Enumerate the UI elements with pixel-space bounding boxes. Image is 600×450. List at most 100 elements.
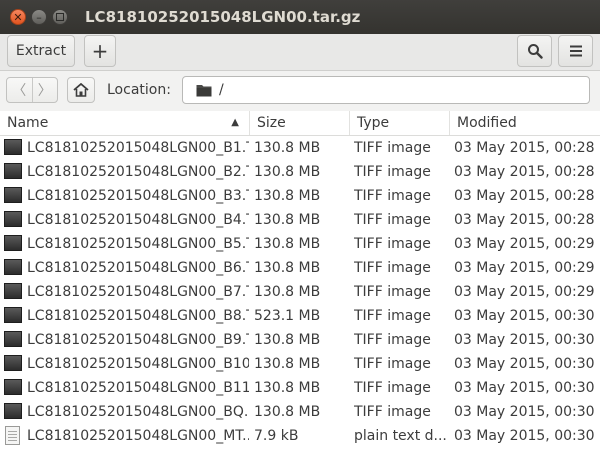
table-row[interactable]: LC81810252015048LGN00_B5.TIF 130.8 MB TIFF… [0,232,600,256]
file-type: TIFF image [354,212,431,228]
close-window-button[interactable]: ✕ [10,9,26,25]
column-header-type[interactable]: Type [350,111,450,135]
close-icon: ✕ [13,10,23,24]
tiff-image-icon [4,211,22,227]
file-modified: 03 May 2015, 00:29 [454,284,595,300]
toolbar: Extract + [0,34,600,71]
file-type: TIFF image [354,404,431,420]
tiff-image-icon [4,139,22,155]
column-headers: Name ▲ Size Type Modified [0,111,600,136]
table-row[interactable]: LC81810252015048LGN00_B9.TIF 130.8 MB TIFF… [0,328,600,352]
tiff-image-icon [4,379,22,395]
column-modified-label: Modified [457,115,517,131]
add-files-button[interactable]: + [84,35,116,67]
location-bar: 〈 〉 Location: / [0,71,600,112]
plus-icon: + [91,39,109,63]
location-path: / [219,82,224,98]
column-header-modified[interactable]: Modified [450,111,600,135]
file-modified: 03 May 2015, 00:30 [454,380,595,396]
table-row[interactable]: LC81810252015048LGN00_B6.TIF 130.8 MB TIFF… [0,256,600,280]
file-name: LC81810252015048LGN00_B6.TIF [27,260,249,276]
file-name: LC81810252015048LGN00_B7.TIF [27,284,249,300]
tiff-image-icon [4,283,22,299]
folder-icon [196,85,212,97]
table-row[interactable]: LC81810252015048LGN00_B4.TIF 130.8 MB TIFF… [0,208,600,232]
file-type: TIFF image [354,308,431,324]
menu-button[interactable] [558,35,593,67]
forward-button[interactable]: 〉 [31,78,58,102]
column-type-label: Type [357,115,390,131]
tiff-image-icon [4,163,22,179]
column-name-label: Name [7,115,49,131]
tiff-image-icon [4,259,22,275]
file-modified: 03 May 2015, 00:28 [454,212,595,228]
file-size: 130.8 MB [254,404,321,420]
extract-button[interactable]: Extract [7,35,75,67]
column-size-label: Size [257,115,286,131]
file-name: LC81810252015048LGN00_B3.TIF [27,188,249,204]
sort-ascending-icon: ▲ [231,117,239,128]
chevron-left-icon: 〈 [12,83,27,99]
column-header-name[interactable]: Name ▲ [0,111,250,135]
file-size: 130.8 MB [254,140,321,156]
file-name: LC81810252015048LGN00_B9.TIF [27,332,249,348]
hamburger-menu-icon [569,45,582,57]
file-size: 130.8 MB [254,188,321,204]
file-name: LC81810252015048LGN00_B4.TIF [27,212,249,228]
file-size: 130.8 MB [254,332,321,348]
file-name: LC81810252015048LGN00_B5.TIF [27,236,249,252]
minimize-window-button[interactable]: – [31,9,47,25]
location-field[interactable]: / [182,76,590,104]
file-type: TIFF image [354,140,431,156]
file-size: 130.8 MB [254,356,321,372]
file-type: plain text d... [354,428,447,444]
file-modified: 03 May 2015, 00:28 [454,164,595,180]
file-modified: 03 May 2015, 00:28 [454,140,595,156]
file-modified: 03 May 2015, 00:28 [454,188,595,204]
tiff-image-icon [4,403,22,419]
title-bar: ✕ – LC81810252015048LGN00.tar.gz [0,0,600,34]
table-row[interactable]: LC81810252015048LGN00_BQ... 130.8 MB TIFF … [0,400,600,424]
table-row[interactable]: LC81810252015048LGN00_B3.TIF 130.8 MB TIFF… [0,184,600,208]
table-row[interactable]: LC81810252015048LGN00_B11... 130.8 MB TIFF… [0,376,600,400]
navigation-buttons: 〈 〉 [6,77,58,103]
file-type: TIFF image [354,236,431,252]
table-row[interactable]: LC81810252015048LGN00_B8.TIF 523.1 MB TIFF… [0,304,600,328]
search-icon [527,44,543,59]
table-row[interactable]: LC81810252015048LGN00_MT... 7.9 kB plain t… [0,424,600,448]
search-button[interactable] [517,35,552,67]
home-icon [73,83,89,97]
table-row[interactable]: LC81810252015048LGN00_B7.TIF 130.8 MB TIFF… [0,280,600,304]
file-type: TIFF image [354,356,431,372]
file-modified: 03 May 2015, 00:29 [454,260,595,276]
home-button[interactable] [67,77,95,103]
file-modified: 03 May 2015, 00:30 [454,428,595,444]
back-button[interactable]: 〈 [7,78,32,102]
file-modified: 03 May 2015, 00:30 [454,356,595,372]
tiff-image-icon [4,187,22,203]
file-type: TIFF image [354,380,431,396]
file-size: 130.8 MB [254,260,321,276]
file-type: TIFF image [354,188,431,204]
file-size: 130.8 MB [254,164,321,180]
text-document-icon [5,426,20,445]
file-name: LC81810252015048LGN00_B2.TIF [27,164,249,180]
file-name: LC81810252015048LGN00_BQ... [27,404,249,420]
maximize-icon [56,13,64,21]
table-row[interactable]: LC81810252015048LGN00_B1.TIF 130.8 MB TIFF… [0,136,600,160]
column-header-size[interactable]: Size [250,111,350,135]
file-name: LC81810252015048LGN00_B1.TIF [27,140,249,156]
file-size: 130.8 MB [254,380,321,396]
file-type: TIFF image [354,332,431,348]
maximize-window-button[interactable] [52,9,68,25]
table-row[interactable]: LC81810252015048LGN00_B2.TIF 130.8 MB TIFF… [0,160,600,184]
tiff-image-icon [4,331,22,347]
file-name: LC81810252015048LGN00_MT... [27,428,249,444]
file-modified: 03 May 2015, 00:30 [454,308,595,324]
file-list: LC81810252015048LGN00_B1.TIF 130.8 MB TIFF… [0,136,600,448]
file-size: 7.9 kB [254,428,299,444]
file-name: LC81810252015048LGN00_B11... [27,380,249,396]
file-type: TIFF image [354,284,431,300]
file-type: TIFF image [354,260,431,276]
table-row[interactable]: LC81810252015048LGN00_B10... 130.8 MB TIFF… [0,352,600,376]
